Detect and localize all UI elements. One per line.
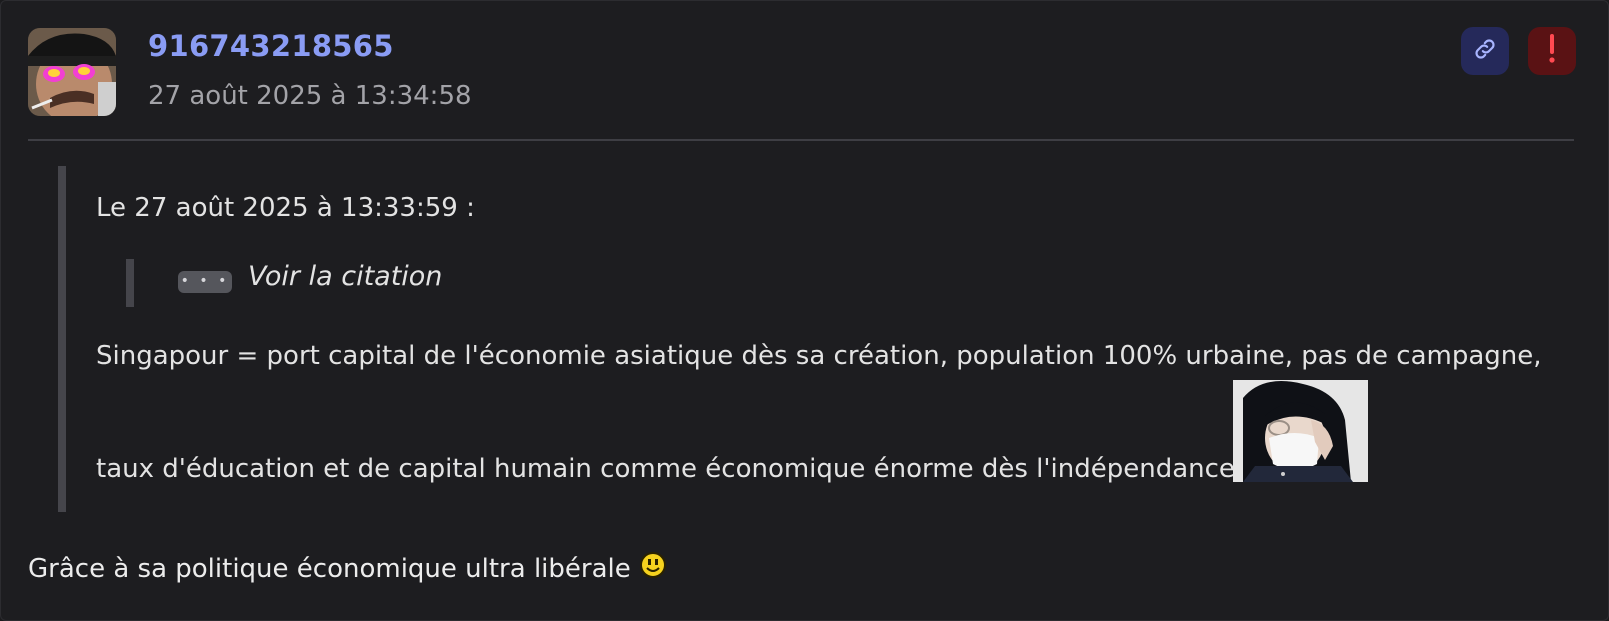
report-button[interactable] bbox=[1528, 27, 1576, 75]
post-body: Grâce à sa politique économique ultra li… bbox=[28, 551, 667, 586]
header-divider bbox=[28, 139, 1574, 141]
nested-quote: • • • Voir la citation bbox=[126, 259, 442, 307]
quote-header: Le 27 août 2025 à 13:33:59 : bbox=[96, 193, 475, 223]
permalink-button[interactable] bbox=[1461, 27, 1509, 75]
quote-text-line: Singapour = port capital de l'économie a… bbox=[96, 341, 1542, 371]
sticker-image bbox=[1233, 380, 1368, 482]
exclamation-icon bbox=[1547, 34, 1557, 68]
post-body-text: Grâce à sa politique économique ultra li… bbox=[28, 554, 631, 584]
author-name[interactable]: 916743218565 bbox=[148, 29, 394, 63]
avatar[interactable] bbox=[28, 28, 116, 116]
show-quote-link[interactable]: Voir la citation bbox=[248, 261, 442, 292]
expand-quote-button[interactable]: • • • bbox=[178, 271, 232, 293]
post-timestamp: 27 août 2025 à 13:34:58 bbox=[148, 81, 472, 111]
forum-post: 916743218565 27 août 2025 à 13:34:58 Le … bbox=[0, 0, 1609, 621]
quote-block: Le 27 août 2025 à 13:33:59 : • • • Voir … bbox=[58, 166, 1542, 512]
smiley-icon bbox=[639, 551, 667, 586]
quote-text-line: taux d'éducation et de capital humain co… bbox=[96, 454, 1235, 484]
link-icon bbox=[1472, 36, 1498, 66]
